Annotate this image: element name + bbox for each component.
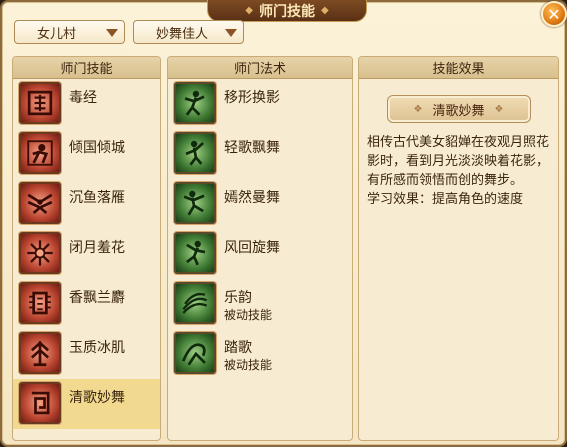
skill-label: 玉质冰肌	[69, 340, 125, 356]
skill-label: 倾国倾城	[69, 140, 125, 156]
school-dropdown[interactable]: 妙舞佳人	[133, 20, 244, 44]
skill-label: 毒经	[69, 90, 97, 106]
poison-scroll-icon	[19, 82, 61, 124]
skill-row-moon-flower[interactable]: 闭月羞花	[13, 229, 160, 279]
skill-label: 闭月羞花	[69, 240, 125, 256]
skill-description: 相传古代美女貂婵在夜观月照花影时，看到月光淡淡映着花影，有所感而领悟而创的舞步。	[367, 135, 550, 188]
school-spells-panel: 师门法术 移形换影 轻歌飘舞 嫣然曼舞 风回旋舞 乐韵 被动技能 踏歌 被动技能	[167, 56, 353, 441]
skill-row-fragrance[interactable]: 香飘兰麝	[13, 279, 160, 329]
spell-label: 乐韵	[224, 290, 252, 306]
fragrance-icon	[19, 282, 61, 324]
jade-figure-icon	[19, 332, 61, 374]
fish-bird-icon	[19, 182, 61, 224]
skill-learn-effect: 学习效果：提高角色的速度	[367, 192, 524, 207]
close-button[interactable]: ✕	[541, 1, 567, 27]
graceful-dance-icon	[174, 182, 216, 224]
selected-skill-name-plate: ❖ 清歌妙舞 ❖	[386, 95, 531, 123]
school-spells-header: 师门法术	[168, 57, 352, 79]
spell-label: 嫣然曼舞	[224, 190, 280, 206]
title-ornament-right-icon: ◆	[321, 5, 329, 16]
school-skills-panel: 师门技能 毒经 倾国倾城 沉鱼落雁 闭月羞花 香飘兰麝 玉质冰肌 清歌妙舞	[12, 56, 161, 441]
moon-flower-icon	[19, 232, 61, 274]
village-dropdown[interactable]: 女儿村	[14, 20, 125, 44]
window-title-plate: ◆ 师门技能 ◆	[207, 0, 367, 22]
chevron-down-icon	[106, 29, 118, 37]
skill-row-jade-skin[interactable]: 玉质冰肌	[13, 329, 160, 379]
spell-row-graceful-dance[interactable]: 嫣然曼舞	[168, 179, 352, 229]
spell-label: 风回旋舞	[224, 240, 280, 256]
chevron-down-icon	[225, 29, 237, 37]
skill-row-poison-classic[interactable]: 毒经	[13, 79, 160, 129]
spell-label: 移形换影	[224, 90, 280, 106]
close-icon: ✕	[547, 4, 561, 24]
charm-figure-icon	[19, 132, 61, 174]
spell-row-step-song[interactable]: 踏歌 被动技能	[168, 329, 352, 379]
step-song-icon	[174, 332, 216, 374]
village-dropdown-value: 女儿村	[37, 26, 77, 42]
skill-row-fish-geese[interactable]: 沉鱼落雁	[13, 179, 160, 229]
school-dropdown-value: 妙舞佳人	[156, 26, 209, 42]
spell-row-light-dance[interactable]: 轻歌飘舞	[168, 129, 352, 179]
title-ornament-left-icon: ◆	[245, 5, 253, 16]
skill-label: 清歌妙舞	[69, 390, 125, 406]
skill-row-captivating[interactable]: 倾国倾城	[13, 129, 160, 179]
spell-row-whirl-dance[interactable]: 风回旋舞	[168, 229, 352, 279]
skill-row-clear-song-dance[interactable]: 清歌妙舞	[13, 379, 160, 429]
skill-effect-header: 技能效果	[359, 57, 558, 79]
spell-passive-tag: 被动技能	[224, 308, 273, 322]
skill-label: 香飘兰麝	[69, 290, 125, 306]
shadow-dancer-icon	[174, 82, 216, 124]
skill-effect-panel: 技能效果 ❖ 清歌妙舞 ❖ 相传古代美女貂婵在夜观月照花影时，看到月光淡淡映着花…	[358, 56, 559, 441]
whirl-dance-icon	[174, 232, 216, 274]
skills-window: ◆ 师门技能 ◆ ✕ 女儿村 妙舞佳人 师门技能 毒经 倾国倾城 沉鱼落雁 闭月…	[0, 0, 567, 447]
spell-row-melody[interactable]: 乐韵 被动技能	[168, 279, 352, 329]
window-title: 师门技能	[259, 3, 315, 20]
spell-label: 踏歌	[224, 340, 252, 356]
skill-label: 沉鱼落雁	[69, 190, 125, 206]
spell-row-shadow-shift[interactable]: 移形换影	[168, 79, 352, 129]
selected-skill-name: 清歌妙舞	[432, 103, 485, 119]
spell-passive-tag: 被动技能	[224, 358, 273, 372]
melody-icon	[174, 282, 216, 324]
dance-glyph-icon	[19, 382, 61, 424]
ornament-right-icon: ❖	[494, 103, 504, 115]
light-dance-icon	[174, 132, 216, 174]
spell-label: 轻歌飘舞	[224, 140, 280, 156]
ornament-left-icon: ❖	[413, 103, 423, 115]
school-skills-header: 师门技能	[13, 57, 160, 79]
